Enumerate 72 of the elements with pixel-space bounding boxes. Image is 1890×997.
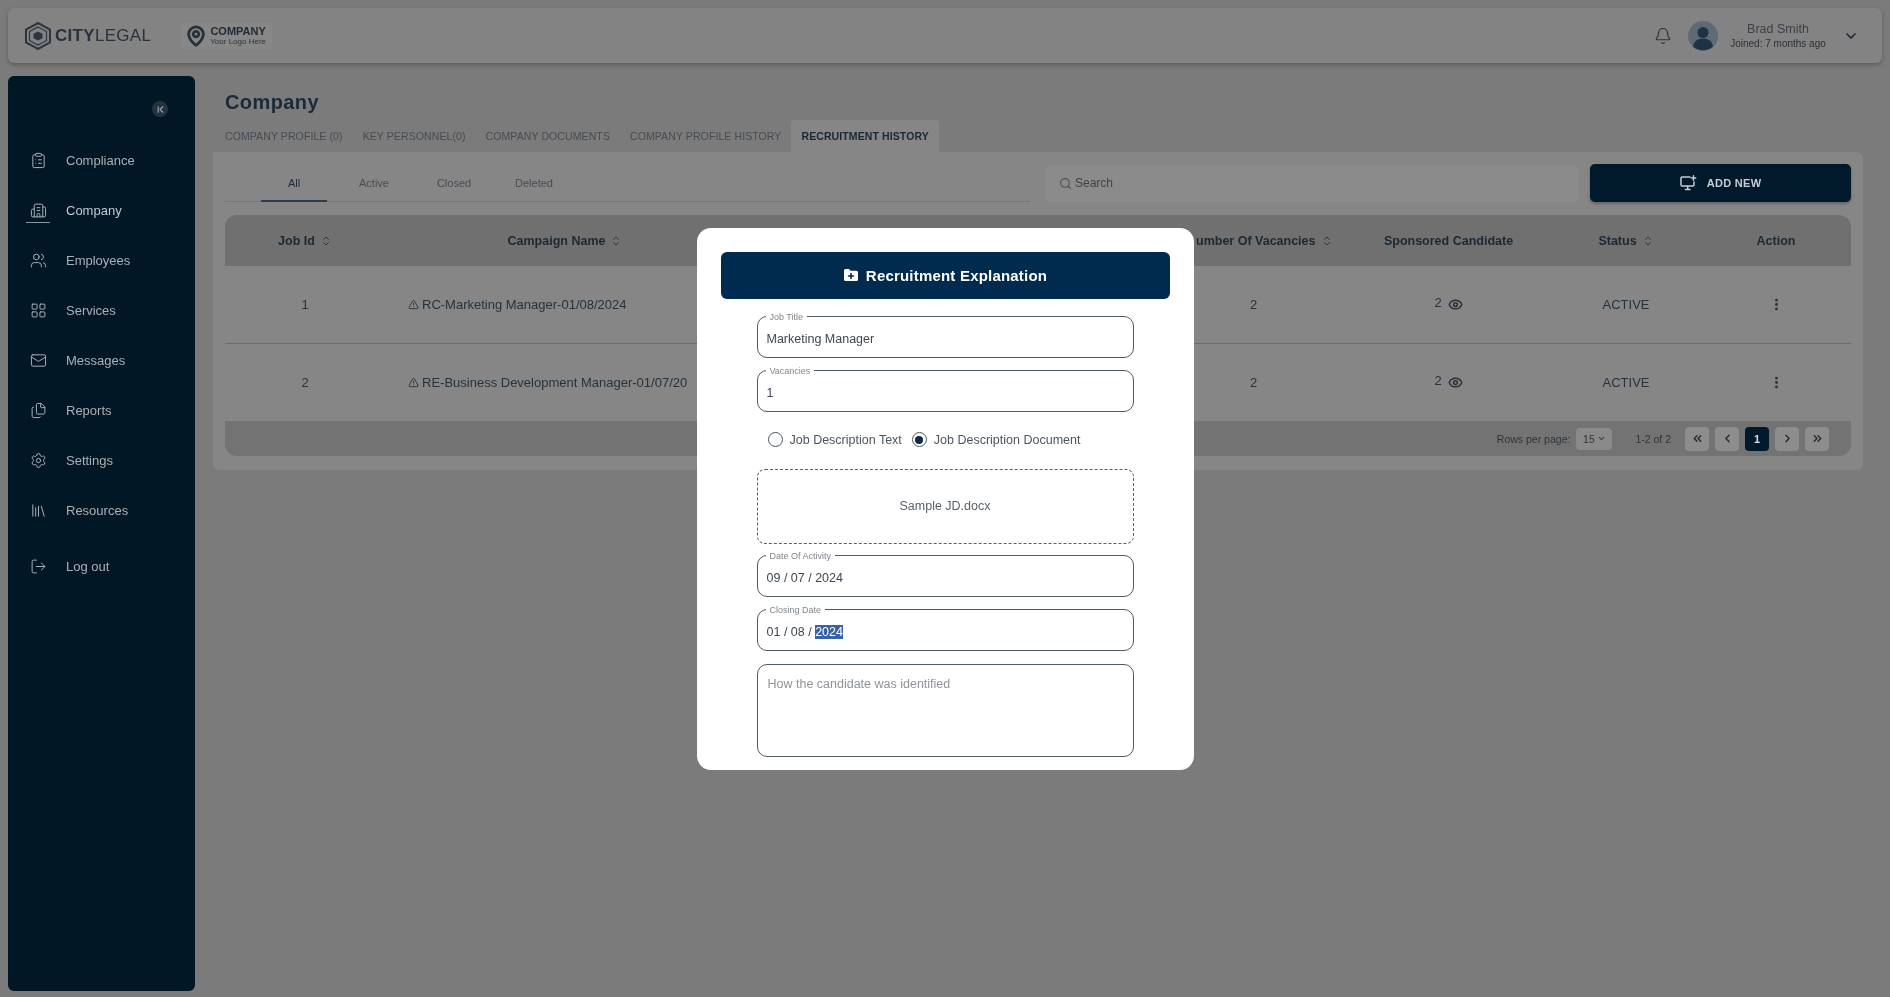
sidebar-item[interactable]: Resources [8, 485, 195, 535]
table-cell: 2 [1434, 295, 1442, 310]
rows-per-page-select[interactable]: 15 [1576, 427, 1613, 450]
search-field[interactable]: Search [1045, 164, 1578, 202]
input-field[interactable]: Job Title Marketing Manager [756, 311, 1134, 358]
table-cell: RC-Marketing Manager-01/08/2024 [422, 297, 627, 312]
caret-down-icon [1596, 434, 1606, 443]
filter-tab[interactable]: All [261, 164, 327, 202]
sidebar-item[interactable]: Services [8, 285, 195, 335]
table-cell: ACTIVE [1602, 297, 1650, 312]
rows-per-page-label: Rows per page: [1496, 432, 1571, 445]
radio-label: Job Description Text [789, 432, 902, 447]
avatar-icon [1688, 20, 1718, 51]
table-cell: 2 [1250, 297, 1258, 312]
logout-icon [29, 557, 47, 575]
table-cell: 1 [301, 297, 309, 312]
column-header: Sponsored Candidate [1383, 233, 1514, 248]
library-icon [29, 501, 47, 519]
table-cell: RE-Business Development Manager-01/07/20 [422, 374, 688, 390]
date-field[interactable]: Closing Date 01 / 08 / 2024 [756, 604, 1134, 651]
tab[interactable]: RECRUITMENT HISTORY [791, 120, 939, 152]
company-logo-name: COMPANY [210, 24, 266, 37]
input-field[interactable]: Vacancies 1 [756, 365, 1134, 412]
brand-name: CITYLEGAL [55, 25, 152, 46]
field-label: Job Title [768, 311, 805, 322]
field-label: Closing Date [768, 604, 823, 615]
previous-page-button[interactable] [1715, 426, 1739, 451]
page-range: 1-2 of 2 [1635, 432, 1671, 445]
sidebar-item[interactable]: Messages [8, 335, 195, 385]
date-field[interactable]: Date Of Activity 09 / 07 / 2024 [756, 550, 1134, 597]
map-pin-icon [185, 24, 208, 47]
radio-label: Job Description Document [933, 432, 1081, 447]
field-label: Date Of Activity [768, 550, 833, 561]
grid-icon [29, 301, 47, 319]
mail-icon [29, 351, 47, 369]
column-header: Action [1756, 233, 1796, 248]
users-icon [29, 251, 47, 269]
hexagon-logo-icon [25, 21, 51, 50]
search-icon [1059, 176, 1072, 190]
bell-icon[interactable] [1654, 26, 1672, 45]
last-page-button[interactable] [1805, 426, 1829, 451]
page-number-button[interactable]: 1 [1745, 426, 1769, 451]
eye-icon[interactable] [1447, 374, 1463, 390]
building-icon [29, 201, 47, 219]
files-icon [29, 401, 47, 419]
folder-plus-icon [842, 268, 859, 282]
user-name: Brad Smith [1747, 21, 1809, 37]
clipboard-list-icon [29, 151, 47, 169]
file-upload-zone[interactable]: Sample JD.docx [756, 468, 1134, 544]
table-cell: 2 [1250, 374, 1258, 390]
user-joined-text: Joined: 7 months ago [1730, 37, 1826, 50]
sidebar-item[interactable]: Settings [8, 435, 195, 485]
sidebar-item[interactable]: Company [8, 185, 195, 235]
sidebar-item[interactable]: Reports [8, 385, 195, 435]
first-page-button[interactable] [1685, 426, 1709, 451]
monitor-plus-icon [1679, 175, 1697, 191]
add-new-button[interactable]: ADD NEW [1590, 164, 1851, 202]
modal-title: Recruitment Explanation [865, 266, 1048, 284]
page-title: Company [225, 90, 319, 114]
field-label: Vacancies [768, 365, 812, 376]
company-logo-tagline: Your Logo Here [210, 36, 266, 47]
next-page-button[interactable] [1775, 426, 1799, 451]
settings-icon [29, 451, 47, 469]
sidebar-item[interactable]: Compliance [8, 135, 195, 185]
eye-icon[interactable] [1447, 297, 1463, 312]
notes-field[interactable]: How the candidate was identified [756, 663, 1134, 757]
sidebar-item[interactable]: Employees [8, 235, 195, 285]
collapse-button[interactable] [152, 101, 168, 117]
sidebar-item[interactable]: Log out [8, 541, 195, 591]
table-cell: ACTIVE [1602, 374, 1650, 390]
table-cell: 2 [301, 374, 309, 390]
table-cell: 2 [1434, 372, 1442, 388]
